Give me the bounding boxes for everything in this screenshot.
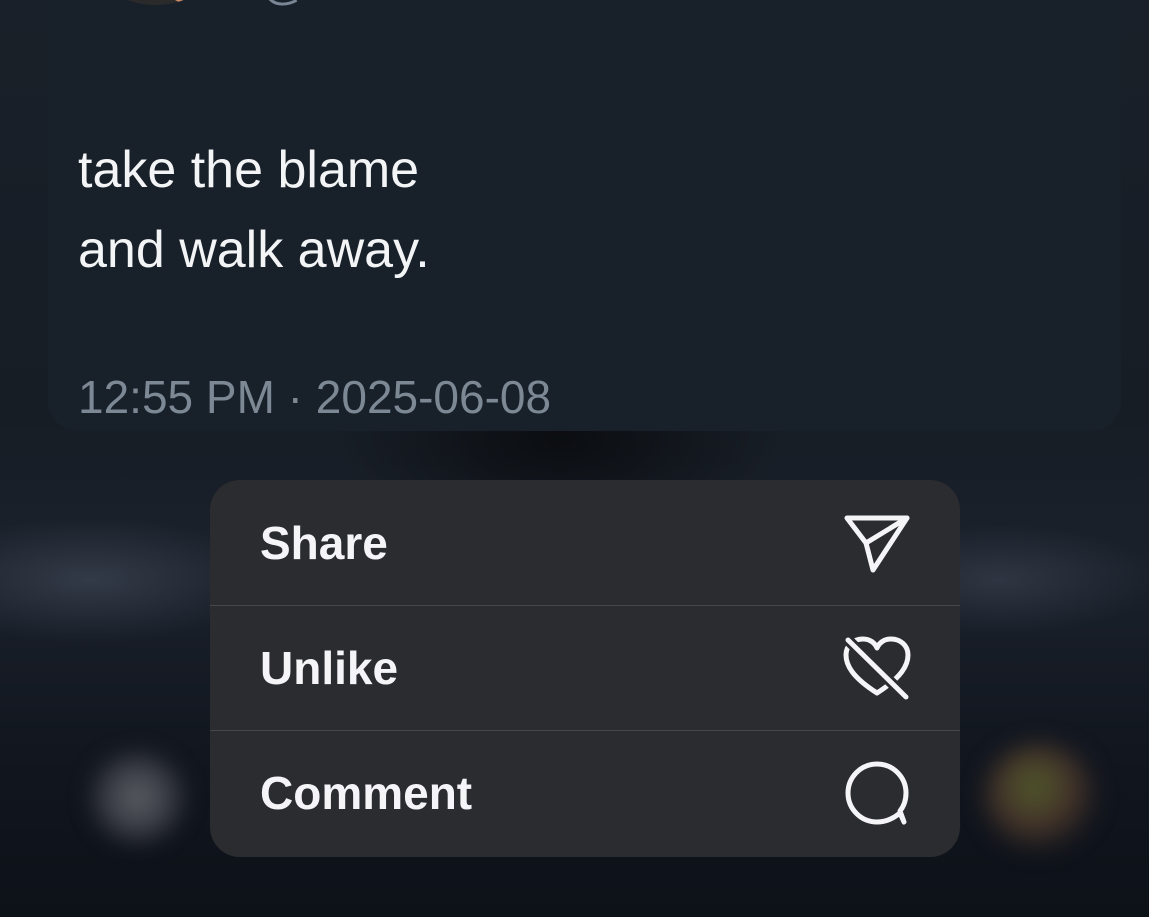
tweet-timestamp: 12:55 PM · 2025-06-08 [78,371,552,423]
tweet-card: @FOREVERTHERAPY take the blame and walk … [48,0,1121,431]
tweet-text-line: take the blame [78,141,420,199]
blurred-app-icon-left [85,750,190,845]
menu-item-label: Share [260,516,388,569]
comment-bubble-icon [842,758,912,828]
heart-slash-icon [842,633,912,703]
user-handle: @FOREVERTHERAPY [261,0,762,10]
menu-item-label: Unlike [260,642,399,694]
tweet-text: take the blame and walk away. [78,130,430,290]
send-icon [842,508,912,578]
avatar [88,0,223,5]
tweet-text-line: and walk away. [78,221,430,279]
comment-menu-item[interactable]: Comment [210,730,960,855]
menu-item-label: Comment [260,767,473,819]
blurred-app-icon-right [985,745,1095,850]
unlike-menu-item[interactable]: Unlike [210,605,960,730]
context-menu: Share Unlike Comment [210,480,960,857]
share-menu-item[interactable]: Share [210,480,960,605]
